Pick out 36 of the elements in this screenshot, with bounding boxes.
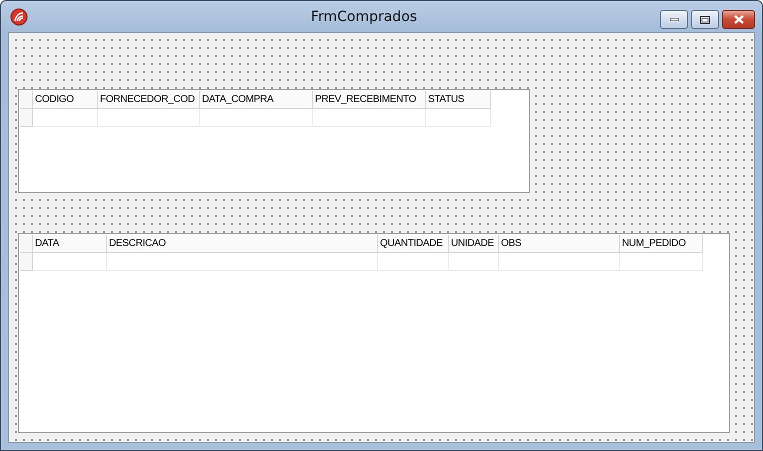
grid-cell[interactable] [449, 253, 499, 271]
row-indicator [20, 235, 33, 253]
minimize-icon [670, 18, 678, 21]
close-icon [734, 15, 744, 24]
grid-cell[interactable] [499, 253, 620, 271]
column-header[interactable]: OBS [499, 235, 620, 253]
column-header[interactable]: PREV_RECEBIMENTO [313, 91, 426, 109]
row-indicator[interactable] [20, 253, 33, 271]
app-icon [10, 8, 28, 26]
grid-cell[interactable] [33, 109, 98, 127]
column-header[interactable]: QUANTIDADE [378, 235, 449, 253]
grid-cell[interactable] [620, 253, 703, 271]
grid-cell[interactable] [313, 109, 426, 127]
column-header[interactable]: DATA [33, 235, 107, 253]
grid-cell[interactable] [107, 253, 378, 271]
column-header[interactable]: NUM_PEDIDO [620, 235, 703, 253]
column-header[interactable]: DATA_COMPRA [200, 91, 313, 109]
close-button[interactable] [722, 10, 755, 29]
row-indicator [20, 91, 33, 109]
grid-cell[interactable] [33, 253, 107, 271]
minimize-button[interactable] [660, 10, 688, 29]
maximize-button[interactable] [691, 10, 719, 29]
column-header[interactable]: CODIGO [33, 91, 98, 109]
data-grid[interactable]: DATA DESCRICAO QUANTIDADE UNIDADE OBS NUM_PEDIDO [18, 233, 730, 433]
data-grid[interactable]: CODIGO FORNECEDOR_COD DATA_COMPRA PREV_RECEBIMENTO STATUS [18, 89, 530, 193]
column-header[interactable]: UNIDADE [449, 235, 499, 253]
window-title: FrmComprados [310, 8, 418, 24]
maximize-icon [700, 16, 710, 24]
grid-cell[interactable] [426, 109, 491, 127]
grid-cell[interactable] [200, 109, 313, 127]
row-indicator[interactable] [20, 109, 33, 127]
column-header[interactable]: FORNECEDOR_COD [98, 91, 200, 109]
column-header[interactable]: DESCRICAO [107, 235, 378, 253]
grid-cell[interactable] [378, 253, 449, 271]
column-header[interactable]: STATUS [426, 91, 491, 109]
grid-cell[interactable] [98, 109, 200, 127]
